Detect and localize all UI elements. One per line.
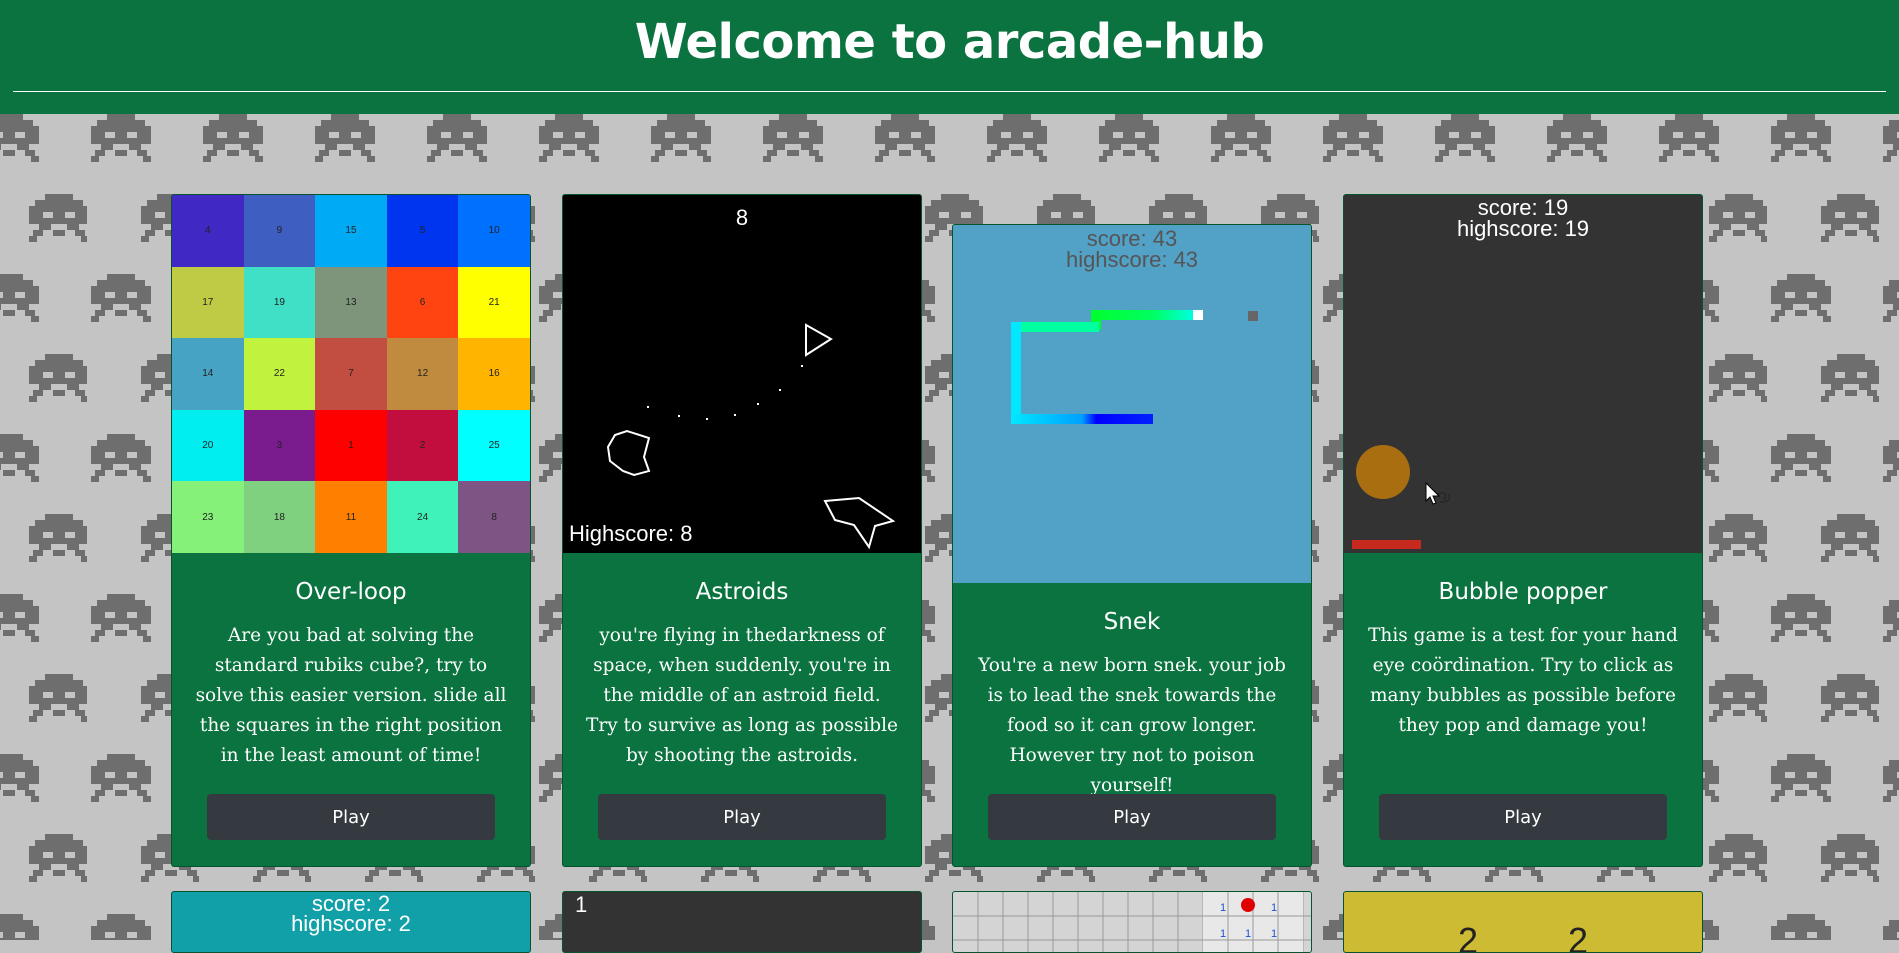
over-loop-tile: 25 — [458, 409, 530, 482]
minesweeper-grid — [953, 892, 1311, 952]
over-loop-tile: 20 — [172, 409, 244, 482]
over-loop-tile: 10 — [458, 195, 530, 267]
mine-count: 1 — [1220, 902, 1227, 914]
over-loop-tile: 19 — [243, 266, 316, 339]
row2-counter: 1 — [575, 892, 588, 917]
over-loop-tile: 8 — [458, 481, 530, 553]
bullet-trail — [647, 365, 803, 420]
astroids-preview: 8 Highscore: 8 — [563, 195, 921, 553]
card-title: Over-loop — [295, 579, 407, 605]
game-card-row2-1: score: 2 highscore: 2 — [171, 891, 531, 953]
card-title: Astroids — [695, 579, 789, 605]
ship-icon — [805, 323, 833, 357]
over-loop-tile: 17 — [172, 266, 244, 339]
over-loop-tile: 9 — [243, 195, 316, 267]
card-title: Bubble popper — [1438, 579, 1608, 605]
mine-count: 1 — [1245, 928, 1252, 940]
over-loop-tile: 22 — [243, 338, 316, 410]
over-loop-tile: 14 — [172, 338, 244, 410]
over-loop-tile-grid: 4 9 15 5 10 17 19 13 6 21 14 22 7 12 16 20 3 1 2 25 23 18 11 24… — [172, 195, 530, 553]
bubble-scene — [1352, 445, 1450, 549]
over-loop-tile: 18 — [243, 481, 316, 553]
game-card-row2-3-minesweeper: 1 1 1 1 1 — [952, 891, 1312, 953]
snek-preview: score: 43 highscore: 43 — [953, 225, 1311, 583]
over-loop-preview: 4 9 15 5 10 17 19 13 6 21 14 22 7 12 16 20 3 1 2 25 23 18 11 24… — [172, 195, 530, 553]
play-button-astroids[interactable]: Play — [598, 794, 886, 840]
mine-count: 1 — [1271, 928, 1278, 940]
mine-icon — [1241, 898, 1255, 912]
game-card-snek: score: 43 highscore: 43 Snek You're a ne… — [952, 224, 1312, 867]
over-loop-tile: 3 — [243, 409, 316, 482]
over-loop-tile: 24 — [386, 481, 459, 553]
over-loop-tile: 2 — [386, 409, 459, 482]
game-card-bubble-popper: score: 19 highscore: 19 Bubble popper Th… — [1343, 194, 1703, 867]
card-description: Are you bad at solving the standard rubi… — [195, 625, 507, 766]
over-loop-tile: 1 — [315, 409, 387, 482]
game-card-astroids: 8 Highscore: 8 Astroids you're flying in… — [562, 194, 922, 867]
card-description: You're a new born snek. your job is to l… — [978, 655, 1286, 796]
over-loop-tile: 16 — [458, 338, 530, 410]
page-title: Welcome to arcade-hub — [634, 14, 1265, 70]
game-card-over-loop: 4 9 15 5 10 17 19 13 6 21 14 22 7 12 16 20 3 1 2 25 23 18 11 24… — [171, 194, 531, 867]
card-title: Snek — [1103, 609, 1161, 635]
game-card-row2-2: 1 — [562, 891, 922, 953]
snek-scene — [1011, 310, 1258, 424]
over-loop-tile: 21 — [458, 266, 530, 339]
snek-food — [1248, 311, 1258, 321]
over-loop-tile: 23 — [172, 481, 244, 553]
play-button-snek[interactable]: Play — [988, 794, 1276, 840]
astroids-highscore: Highscore: 8 — [569, 521, 693, 546]
cursor-icon — [1425, 481, 1450, 505]
card-description: This game is a test for your hand eye co… — [1368, 625, 1678, 736]
bubble-popper-preview: score: 19 highscore: 19 — [1344, 195, 1702, 553]
over-loop-tile: 5 — [386, 195, 459, 267]
game-card-row2-4: 2 2 — [1343, 891, 1703, 953]
over-loop-tile: 13 — [315, 266, 387, 339]
over-loop-tile: 15 — [315, 195, 387, 267]
health-bar — [1352, 540, 1421, 549]
mine-count: 1 — [1220, 928, 1227, 940]
astroids-scene — [606, 323, 896, 550]
header-divider — [13, 91, 1886, 92]
bubble-icon — [1356, 445, 1410, 499]
mine-count: 1 — [1271, 902, 1278, 914]
snake — [1011, 310, 1203, 424]
site-header: Welcome to arcade-hub — [0, 0, 1899, 114]
over-loop-tile: 12 — [386, 338, 459, 410]
row2-score-text: 2 2 — [1457, 920, 1629, 953]
play-button-bubble-popper[interactable]: Play — [1379, 794, 1667, 840]
asteroid-icon — [823, 496, 896, 550]
card-description: you're flying in thedarkness of space, w… — [586, 625, 898, 766]
over-loop-tile: 11 — [315, 481, 387, 553]
over-loop-tile: 6 — [386, 266, 459, 339]
over-loop-tile: 7 — [315, 338, 387, 410]
play-button-over-loop[interactable]: Play — [207, 794, 495, 840]
asteroid-icon — [606, 429, 651, 477]
over-loop-tile: 4 — [172, 195, 244, 267]
row2-highscore: highscore: 2 — [291, 911, 411, 936]
